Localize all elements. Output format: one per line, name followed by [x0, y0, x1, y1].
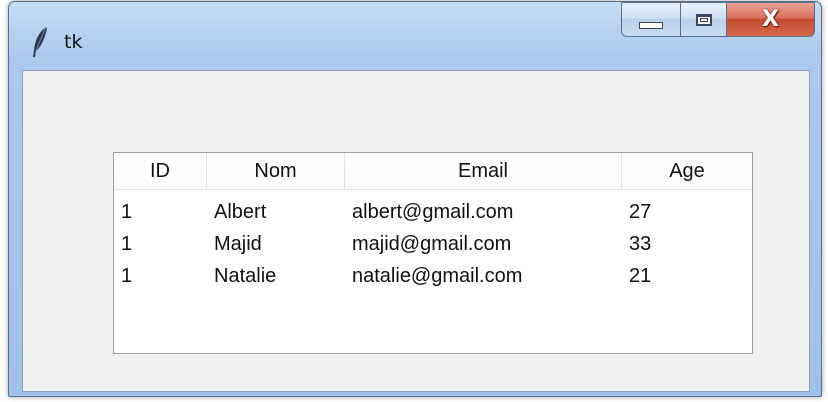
minimize-icon [639, 22, 663, 29]
cell-age: 33 [629, 232, 652, 255]
app-window: tk X ID Nom Email Age 1 Albert albert@gm… [8, 1, 822, 397]
cell-email: albert@gmail.com [352, 200, 514, 223]
title-bar[interactable]: tk X [9, 2, 821, 68]
maximize-icon [695, 13, 712, 26]
table-row[interactable]: 1 Majid majid@gmail.com 33 [114, 228, 752, 260]
column-header-nom[interactable]: Nom [207, 153, 345, 189]
column-header-age[interactable]: Age [622, 153, 752, 189]
caption-buttons: X [621, 2, 815, 38]
table-header: ID Nom Email Age [114, 153, 752, 190]
table-row[interactable]: 1 Natalie natalie@gmail.com 21 [114, 260, 752, 292]
table-row[interactable]: 1 Albert albert@gmail.com 27 [114, 196, 752, 228]
cell-email: majid@gmail.com [352, 232, 512, 255]
cell-nom: Natalie [214, 264, 277, 287]
maximize-button[interactable] [680, 2, 727, 37]
column-header-id[interactable]: ID [114, 153, 207, 189]
column-header-email[interactable]: Email [345, 153, 622, 189]
close-icon: X [762, 6, 779, 32]
cell-id: 1 [121, 200, 133, 223]
cell-nom: Majid [214, 232, 262, 255]
window-title: tk [64, 31, 83, 53]
cell-id: 1 [121, 264, 133, 287]
cell-nom: Albert [214, 200, 267, 223]
cell-age: 27 [629, 200, 652, 223]
cell-age: 21 [629, 264, 652, 287]
cell-id: 1 [121, 232, 133, 255]
treeview-table[interactable]: ID Nom Email Age 1 Albert albert@gmail.c… [113, 152, 753, 354]
close-button[interactable]: X [727, 2, 815, 37]
table-body: 1 Albert albert@gmail.com 27 1 Majid maj… [114, 190, 752, 292]
cell-email: natalie@gmail.com [352, 264, 523, 287]
minimize-button[interactable] [621, 2, 680, 37]
tk-feather-icon [33, 26, 47, 57]
window-client-area: ID Nom Email Age 1 Albert albert@gmail.c… [22, 70, 810, 392]
